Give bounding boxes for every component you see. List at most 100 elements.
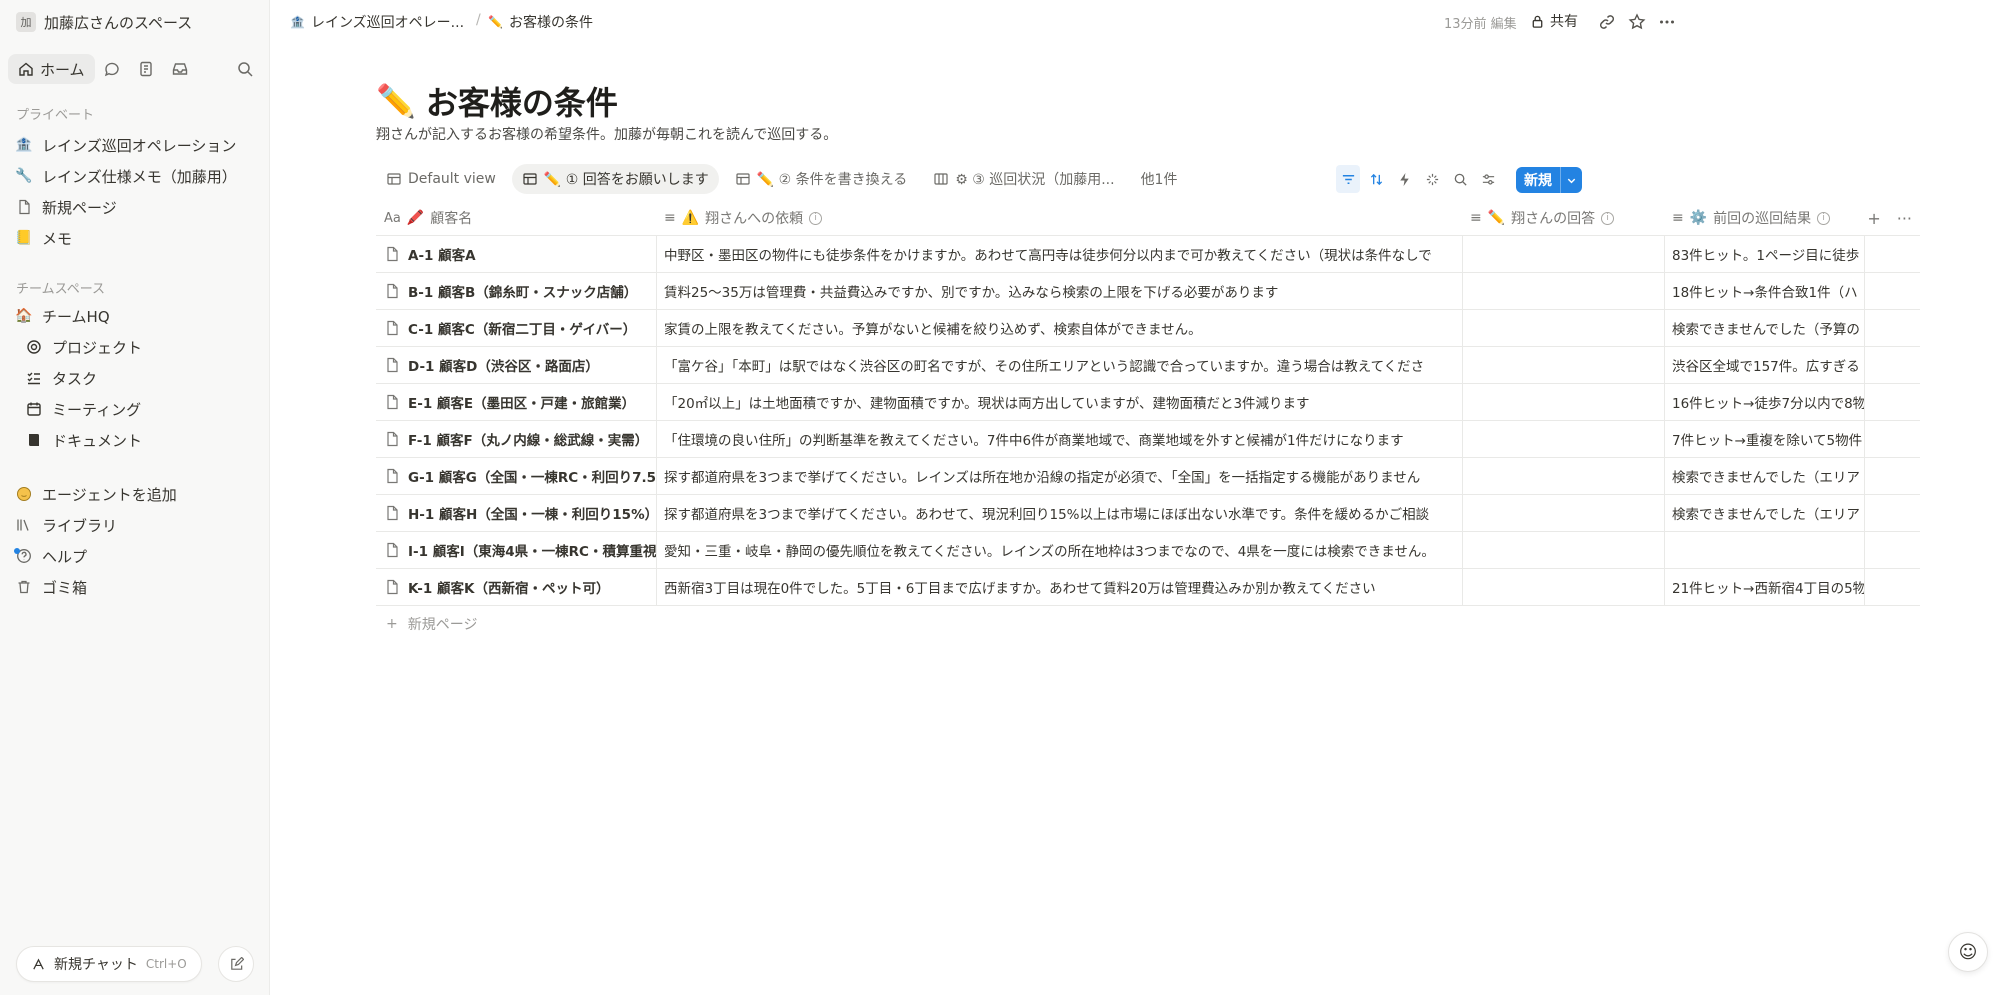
add-column-icon[interactable]: + (1867, 209, 1880, 228)
cell-answer[interactable] (1462, 532, 1664, 568)
cell-request[interactable]: 探す都道府県を3つまで挙げてください。あわせて、現況利回り15%以上は市場にほぼ… (656, 495, 1462, 531)
cell-previous-result[interactable]: 検索できませんでした（予算の (1664, 310, 1864, 346)
sidebar-item-team-hq[interactable]: 🏠 チームHQ (8, 302, 262, 330)
page-title[interactable]: ✏️ お客様の条件 (376, 78, 618, 124)
cell-customer-name[interactable]: C-1 顧客C（新宿二丁目・ゲイバー） (376, 310, 656, 346)
cell-answer[interactable] (1462, 495, 1664, 531)
table-row[interactable]: D-1 顧客D（渋谷区・路面店） 「富ケ谷」「本町」は駅ではなく渋谷区の町名ですが… (376, 347, 1920, 384)
cell-request[interactable]: 探す都道府県を3つまで挙げてください。レインズは所在地か沿線の指定が必須で、「全… (656, 458, 1462, 494)
meeting-notes-icon[interactable] (129, 54, 163, 84)
sidebar-item-projects[interactable]: プロジェクト (8, 333, 262, 361)
new-chat-button[interactable]: 新規チャット Ctrl+O (16, 946, 202, 982)
breadcrumb-current[interactable]: ✏️ お客様の条件 (488, 12, 593, 32)
breadcrumb-parent[interactable]: 🏦 レインズ巡回オペレー... (290, 12, 464, 32)
filter-icon[interactable] (1336, 165, 1360, 193)
chevron-down-icon[interactable] (1560, 167, 1582, 193)
sidebar-item-reins-operation[interactable]: 🏦 レインズ巡回オペレーション (8, 131, 262, 159)
cell-answer[interactable] (1462, 458, 1664, 494)
cell-previous-result[interactable]: 21件ヒット→西新宿4丁目の5物 (1664, 569, 1864, 605)
cell-request[interactable]: 家賃の上限を教えてください。予算がないと候補を絞り込めず、検索自体ができません。 (656, 310, 1462, 346)
cell-customer-name[interactable]: D-1 顧客D（渋谷区・路面店） (376, 347, 656, 383)
column-header-customer-name[interactable]: Aa 🖍️ 顧客名 (376, 200, 656, 236)
table-row[interactable]: F-1 顧客F（丸ノ内線・総武線・実需） 「住環境の良い住所」の判断基準を教えてく… (376, 421, 1920, 458)
sidebar-item-reins-spec-memo[interactable]: 🔧 レインズ仕様メモ（加藤用） (8, 162, 262, 190)
settings-sliders-icon[interactable] (1476, 165, 1500, 193)
sidebar-item-library[interactable]: ライブラリ (8, 511, 262, 539)
cell-answer[interactable] (1462, 236, 1664, 272)
column-header-request[interactable]: ≡ ⚠️ 翔さんへの依頼 i (656, 200, 1462, 236)
cell-answer[interactable] (1462, 273, 1664, 309)
cell-previous-result[interactable]: 16件ヒット→徒歩7分以内で8物 (1664, 384, 1864, 420)
chat-icon[interactable] (95, 54, 129, 84)
cell-answer[interactable] (1462, 421, 1664, 457)
ai-icon[interactable] (1420, 165, 1444, 193)
cell-previous-result[interactable]: 検索できませんでした（エリア (1664, 458, 1864, 494)
cell-customer-name[interactable]: I-1 顧客I（東海4県・一棟RC・積算重視 (376, 532, 656, 568)
link-icon[interactable] (1596, 11, 1618, 33)
tab-default-view[interactable]: Default view (376, 164, 506, 194)
sidebar-item-tasks[interactable]: タスク (8, 364, 262, 392)
page-description[interactable]: 翔さんが記入するお客様の希望条件。加藤が毎朝これを読んで巡回する。 (376, 124, 837, 144)
cell-request[interactable]: 「20㎡以上」は土地面積ですか、建物面積ですか。現状は両方出していますが、建物面… (656, 384, 1462, 420)
sidebar-item-meetings[interactable]: ミーティング (8, 395, 262, 423)
info-icon[interactable]: i (809, 211, 823, 225)
cell-previous-result[interactable]: 検索できませんでした（エリア (1664, 495, 1864, 531)
search-icon[interactable] (1448, 165, 1472, 193)
cell-request[interactable]: 愛知・三重・岐阜・静岡の優先順位を教えてください。レインズの所在地枠は3つまでな… (656, 532, 1462, 568)
cell-previous-result[interactable]: 7件ヒット→重複を除いて5物件 (1664, 421, 1864, 457)
table-row[interactable]: H-1 顧客H（全国・一棟・利回り15%） 探す都道府県を3つまで挙げてください。… (376, 495, 1920, 532)
cell-answer[interactable] (1462, 384, 1664, 420)
cell-previous-result[interactable]: 渋谷区全域で157件。広すぎる (1664, 347, 1864, 383)
sidebar-item-memo[interactable]: 📒 メモ (8, 224, 262, 252)
table-row[interactable]: G-1 顧客G（全国・一棟RC・利回り7.5% 探す都道府県を3つまで挙げてくださ… (376, 458, 1920, 495)
cell-answer[interactable] (1462, 347, 1664, 383)
column-header-previous-result[interactable]: ≡ ⚙️ 前回の巡回結果 i (1664, 200, 1864, 236)
share-button[interactable]: 共有 (1530, 11, 1578, 31)
cell-request[interactable]: 賃料25〜35万は管理費・共益費込みですか、別ですか。込みなら検索の上限を下げる… (656, 273, 1462, 309)
add-row-button[interactable]: + 新規ページ (376, 606, 1920, 642)
table-row[interactable]: E-1 顧客E（墨田区・戸建・旅館業） 「20㎡以上」は土地面積ですか、建物面積で… (376, 384, 1920, 421)
info-icon[interactable]: i (1601, 211, 1615, 225)
cell-answer[interactable] (1462, 310, 1664, 346)
cell-customer-name[interactable]: G-1 顧客G（全国・一棟RC・利回り7.5% (376, 458, 656, 494)
ai-assistant-button[interactable]: ☺ (1948, 932, 1988, 972)
sort-icon[interactable] (1364, 165, 1388, 193)
star-icon[interactable] (1626, 11, 1648, 33)
info-icon[interactable]: i (1817, 211, 1831, 225)
cell-previous-result[interactable]: 18件ヒット→条件合致1件（ハ (1664, 273, 1864, 309)
column-header-answer[interactable]: ≡ ✏️ 翔さんの回答 i (1462, 200, 1664, 236)
cell-previous-result[interactable]: 83件ヒット。1ページ目に徒歩 (1664, 236, 1864, 272)
cell-customer-name[interactable]: E-1 顧客E（墨田区・戸建・旅館業） (376, 384, 656, 420)
tab-rewrite-conditions[interactable]: ✏️ ② 条件を書き換える (725, 164, 917, 194)
tab-please-answer[interactable]: ✏️ ① 回答をお願いします (511, 164, 719, 194)
sidebar-item-trash[interactable]: ゴミ箱 (8, 573, 262, 601)
table-row[interactable]: B-1 顧客B（錦糸町・スナック店舗） 賃料25〜35万は管理費・共益費込みですか… (376, 273, 1920, 310)
table-row[interactable]: K-1 顧客K（西新宿・ペット可） 西新宿3丁目は現在0件でした。5丁目・6丁目ま… (376, 569, 1920, 606)
tab-more-views[interactable]: 他1件 (1131, 164, 1188, 194)
more-icon[interactable] (1656, 11, 1678, 33)
automation-icon[interactable] (1392, 165, 1416, 193)
cell-request[interactable]: 「富ケ谷」「本町」は駅ではなく渋谷区の町名ですが、その住所エリアという認識で合っ… (656, 347, 1462, 383)
new-record-button[interactable]: 新規 (1516, 167, 1582, 193)
table-row[interactable]: C-1 顧客C（新宿二丁目・ゲイバー） 家賃の上限を教えてください。予算がないと候… (376, 310, 1920, 347)
cell-request[interactable]: 西新宿3丁目は現在0件でした。5丁目・6丁目まで広げますか。あわせて賃料20万は… (656, 569, 1462, 605)
home-button[interactable]: ホーム (8, 54, 95, 84)
cell-customer-name[interactable]: B-1 顧客B（錦糸町・スナック店舗） (376, 273, 656, 309)
cell-request[interactable]: 「住環境の良い住所」の判断基準を教えてください。7件中6件が商業地域で、商業地域… (656, 421, 1462, 457)
cell-answer[interactable] (1462, 569, 1664, 605)
workspace-switcher[interactable]: 加 加藤広さんのスペース (16, 10, 192, 34)
compose-icon[interactable] (218, 946, 254, 982)
cell-customer-name[interactable]: H-1 顧客H（全国・一棟・利回り15%） (376, 495, 656, 531)
sidebar-item-new-page[interactable]: 新規ページ (8, 193, 262, 221)
sidebar-item-add-agent[interactable]: エージェントを追加 (8, 480, 262, 508)
inbox-icon[interactable] (163, 54, 197, 84)
sidebar-item-help[interactable]: ヘルプ (8, 542, 262, 570)
cell-previous-result[interactable] (1664, 532, 1864, 568)
table-row[interactable]: I-1 顧客I（東海4県・一棟RC・積算重視 愛知・三重・岐阜・静岡の優先順位を教… (376, 532, 1920, 569)
cell-request[interactable]: 中野区・墨田区の物件にも徒歩条件をかけますか。あわせて高円寺は徒歩何分以内まで可… (656, 236, 1462, 272)
search-icon[interactable] (228, 54, 262, 84)
cell-customer-name[interactable]: F-1 顧客F（丸ノ内線・総武線・実需） (376, 421, 656, 457)
sidebar-item-documents[interactable]: ドキュメント (8, 426, 262, 454)
cell-customer-name[interactable]: A-1 顧客A (376, 236, 656, 272)
cell-customer-name[interactable]: K-1 顧客K（西新宿・ペット可） (376, 569, 656, 605)
